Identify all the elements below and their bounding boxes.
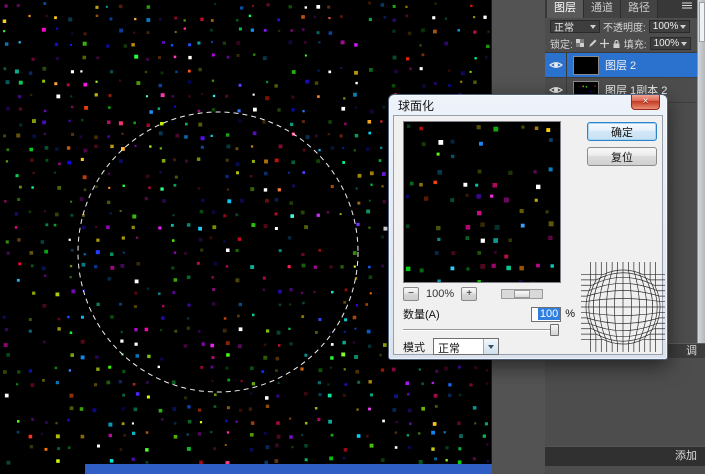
filter-preview[interactable] xyxy=(403,121,561,283)
amount-value: 100 xyxy=(538,308,560,320)
chevron-down-icon xyxy=(680,25,686,32)
dialog-titlebar[interactable]: 球面化 × xyxy=(389,95,667,115)
slider-thumb[interactable] xyxy=(550,324,559,336)
zoom-out-button[interactable]: − xyxy=(403,287,419,301)
amount-unit: % xyxy=(565,308,575,320)
dialog-body: − 100% + 数量(A) 100 % 模式 正常 xyxy=(393,115,663,355)
layer-thumbnail[interactable] xyxy=(573,56,599,75)
lock-buttons xyxy=(576,39,621,49)
dialog-title: 球面化 xyxy=(398,97,434,114)
fill-value[interactable]: 100% xyxy=(650,37,692,50)
amount-label: 数量(A) xyxy=(403,306,440,322)
zoom-value: 100% xyxy=(426,288,454,300)
panel-menu-icon[interactable] xyxy=(681,0,693,18)
dock-scrollbar[interactable] xyxy=(697,0,705,345)
tab-layers[interactable]: 图层 xyxy=(547,0,584,18)
preview-scrollbar[interactable] xyxy=(501,289,543,299)
lock-position-icon[interactable] xyxy=(600,39,609,48)
amount-row: 数量(A) 100 % xyxy=(403,306,575,322)
reset-button[interactable]: 复位 xyxy=(587,147,657,166)
mode-row: 模式 正常 xyxy=(403,338,499,355)
spherize-dialog: 球面化 × − 100% + 数量(A) 100 % xyxy=(388,94,668,360)
slider-track xyxy=(403,329,559,331)
add-panel-bar[interactable]: 添加 xyxy=(545,446,705,466)
opacity-value[interactable]: 100% xyxy=(649,20,691,33)
taskbar-strip xyxy=(85,464,492,474)
visibility-toggle[interactable] xyxy=(545,53,567,77)
opacity-label: 不透明度: xyxy=(603,19,646,34)
lock-paint-icon[interactable] xyxy=(588,39,597,48)
fill-label: 填充: xyxy=(624,36,647,51)
mode-value: 正常 xyxy=(438,343,460,355)
blend-mode-select[interactable]: 正常 xyxy=(550,20,600,33)
lock-all-icon[interactable] xyxy=(612,39,621,49)
layers-panel-tabbar: 图层 通道 路径 xyxy=(545,0,705,18)
mode-label: 模式 xyxy=(403,339,425,355)
photoshop-window: 图层 通道 路径 正常 不透明度: 100% 锁定: xyxy=(0,0,705,474)
chevron-down-icon xyxy=(488,345,494,352)
amount-slider[interactable] xyxy=(403,324,559,336)
zoom-in-button[interactable]: + xyxy=(461,287,477,301)
lock-label: 锁定: xyxy=(550,36,573,51)
amount-input[interactable]: 100 xyxy=(531,307,561,322)
preview-dot-pattern xyxy=(404,122,560,283)
ok-button[interactable]: 确定 xyxy=(587,122,657,141)
blend-opacity-row: 正常 不透明度: 100% xyxy=(545,18,705,35)
tab-channels[interactable]: 通道 xyxy=(584,0,621,18)
scrollbar-thumb[interactable] xyxy=(699,2,705,42)
scrollbar-thumb[interactable] xyxy=(514,290,530,298)
close-button[interactable]: × xyxy=(631,95,660,110)
preview-zoom-controls: − 100% + xyxy=(403,287,543,301)
mode-select[interactable]: 正常 xyxy=(433,338,499,355)
lock-transparency-icon[interactable] xyxy=(576,39,585,48)
eye-icon xyxy=(549,60,563,70)
chevron-down-icon xyxy=(590,25,596,32)
combo-button[interactable] xyxy=(483,339,498,354)
tab-paths[interactable]: 路径 xyxy=(621,0,658,18)
lock-fill-row: 锁定: 填充: 100% xyxy=(545,35,705,52)
layer-row[interactable]: 图层 2 xyxy=(545,53,705,78)
chevron-down-icon xyxy=(681,42,687,49)
layer-name: 图层 2 xyxy=(605,57,636,73)
spherize-wireframe xyxy=(581,262,665,352)
blend-mode-value: 正常 xyxy=(554,19,574,34)
